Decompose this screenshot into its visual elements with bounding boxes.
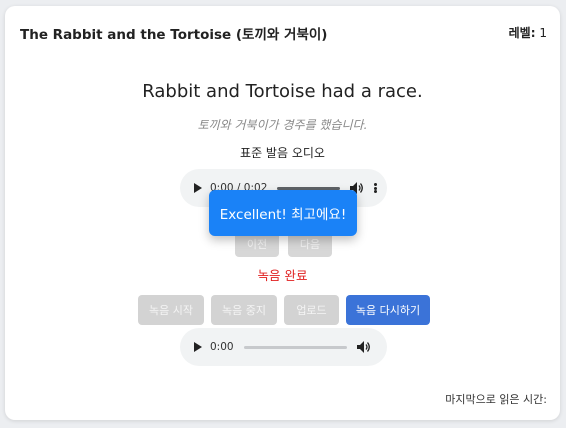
audio-progress-track[interactable] (243, 345, 347, 349)
user-recording-player[interactable]: 0:00 (180, 328, 387, 366)
play-icon[interactable] (194, 183, 202, 193)
audio-time: 0:00 (210, 341, 234, 353)
last-read-time: 마지막으로 읽은 시간: (445, 393, 547, 406)
level-label: 레벨: (508, 26, 536, 40)
standard-audio-label: 표준 발음 오디오 (240, 146, 325, 160)
lesson-card: The Rabbit and the Tortoise (토끼와 거북이) 레벨… (5, 6, 560, 420)
korean-translation: 토끼와 거북이가 경주를 했습니다. (197, 118, 368, 132)
volume-icon[interactable] (357, 341, 371, 353)
level-value: 1 (539, 26, 547, 40)
level-indicator: 레벨: 1 (509, 24, 547, 41)
start-recording-button[interactable]: 녹음 시작 (138, 295, 204, 325)
recording-status: 녹음 완료 (257, 268, 308, 283)
page-title: The Rabbit and the Tortoise (토끼와 거북이) (20, 27, 328, 43)
play-icon[interactable] (194, 342, 202, 352)
english-sentence: Rabbit and Tortoise had a race. (142, 81, 423, 102)
stop-recording-button[interactable]: 녹음 중지 (211, 295, 277, 325)
more-options-icon[interactable] (374, 183, 377, 193)
upload-button[interactable]: 업로드 (284, 295, 339, 325)
feedback-toast: Excellent! 최고에요! (209, 190, 357, 236)
record-again-button[interactable]: 녹음 다시하기 (346, 295, 430, 325)
